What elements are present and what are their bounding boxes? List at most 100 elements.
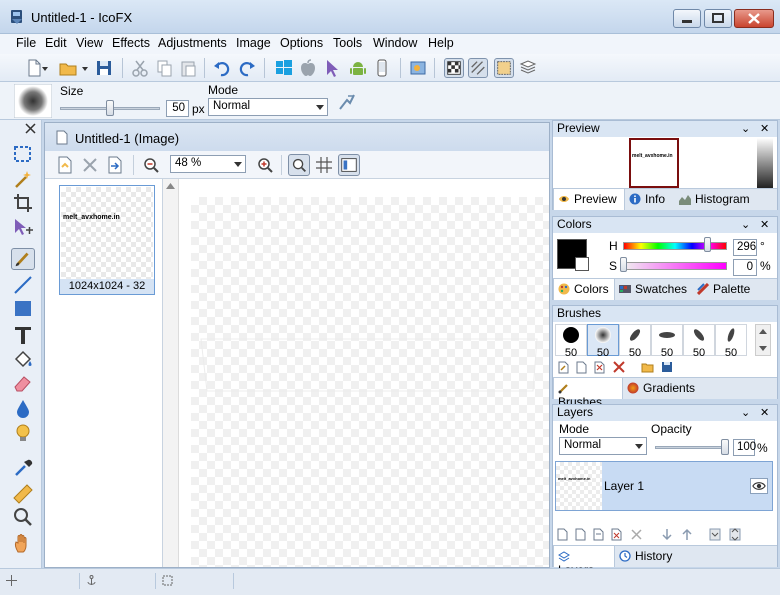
tab-gradients[interactable]: Gradients bbox=[623, 378, 699, 399]
brush-list-scrollbar[interactable] bbox=[755, 324, 771, 356]
menu-window[interactable]: Window bbox=[373, 36, 417, 50]
actual-size-icon[interactable] bbox=[288, 154, 310, 176]
tab-layers[interactable]: Layers bbox=[553, 546, 615, 577]
image-resource-icon[interactable] bbox=[408, 58, 428, 78]
menu-options[interactable]: Options bbox=[280, 36, 323, 50]
scroll-down-icon[interactable] bbox=[759, 346, 767, 351]
mode-select[interactable]: Normal bbox=[208, 98, 328, 116]
tab-info[interactable]: Info bbox=[625, 189, 669, 210]
image-canvas[interactable] bbox=[191, 197, 549, 567]
paste-icon[interactable] bbox=[178, 58, 198, 78]
close-button[interactable] bbox=[734, 9, 774, 28]
grid-icon[interactable] bbox=[315, 156, 333, 174]
image-thumbnail[interactable]: melt_avxhome.in 1024x1024 - 32 bbox=[59, 185, 155, 295]
windows-icon[interactable] bbox=[274, 58, 294, 78]
selection-grid-icon[interactable] bbox=[494, 58, 514, 78]
mobile-device-icon[interactable] bbox=[372, 58, 392, 78]
duplicate-brush-icon[interactable] bbox=[576, 361, 588, 374]
magic-wand-icon[interactable] bbox=[11, 168, 35, 190]
layer-row[interactable]: melt_avxhome.in Layer 1 bbox=[555, 461, 773, 511]
brush-preset[interactable]: 50 bbox=[715, 324, 747, 359]
new-brush-icon[interactable] bbox=[558, 361, 570, 374]
delete-image-icon[interactable] bbox=[82, 157, 98, 173]
delete-layer-icon[interactable] bbox=[631, 529, 642, 540]
saturation-slider-thumb[interactable] bbox=[620, 257, 627, 272]
brush-preset[interactable]: 50 bbox=[587, 324, 619, 359]
menu-edit[interactable]: Edit bbox=[45, 36, 67, 50]
thumbnail-panel-icon[interactable] bbox=[338, 154, 360, 176]
close-icon[interactable]: ✕ bbox=[760, 406, 769, 419]
size-input[interactable]: 50 bbox=[166, 100, 189, 117]
undo-icon[interactable] bbox=[212, 58, 232, 78]
eraser-icon[interactable] bbox=[11, 372, 35, 394]
duplicate-layer-icon[interactable] bbox=[575, 528, 587, 541]
zoom-out-icon[interactable] bbox=[143, 157, 159, 173]
menu-view[interactable]: View bbox=[76, 36, 103, 50]
brush-preset[interactable]: 50 bbox=[619, 324, 651, 359]
brush-preset[interactable]: 50 bbox=[683, 324, 715, 359]
menu-effects[interactable]: Effects bbox=[112, 36, 150, 50]
hue-input[interactable]: 296 bbox=[733, 239, 757, 256]
chevron-down-icon[interactable]: ⌄ bbox=[741, 122, 750, 135]
visibility-eye-icon[interactable] bbox=[750, 478, 768, 494]
close-icon[interactable]: ✕ bbox=[760, 122, 769, 135]
layer-mode-select[interactable]: Normal bbox=[559, 437, 647, 455]
load-brushes-icon[interactable] bbox=[641, 361, 654, 373]
tab-histogram[interactable]: Histogram bbox=[675, 189, 754, 210]
copy-icon[interactable] bbox=[154, 58, 174, 78]
redo-icon[interactable] bbox=[237, 58, 257, 78]
menu-file[interactable]: File bbox=[16, 36, 36, 50]
saturation-input[interactable]: 0 bbox=[733, 259, 757, 276]
scroll-up-icon[interactable] bbox=[166, 183, 175, 189]
marquee-select-icon[interactable] bbox=[11, 144, 35, 166]
brush-preset[interactable]: 50 bbox=[555, 324, 587, 359]
layer-top-icon[interactable] bbox=[729, 528, 741, 541]
close-icon[interactable] bbox=[25, 123, 36, 134]
move-layer-up-icon[interactable] bbox=[681, 528, 693, 541]
new-layer-icon[interactable] bbox=[557, 528, 569, 541]
tab-palette[interactable]: Palette bbox=[693, 279, 754, 300]
brush-preset[interactable]: 50 bbox=[651, 324, 683, 359]
merge-layer-icon[interactable] bbox=[593, 528, 605, 541]
zoom-in-icon[interactable] bbox=[257, 157, 273, 173]
menu-help[interactable]: Help bbox=[428, 36, 454, 50]
menu-adjustments[interactable]: Adjustments bbox=[158, 36, 227, 50]
menu-tools[interactable]: Tools bbox=[333, 36, 362, 50]
edit-brush-icon[interactable] bbox=[594, 361, 606, 374]
line-tool-icon[interactable] bbox=[11, 274, 35, 296]
save-icon[interactable] bbox=[94, 58, 114, 78]
delete-brush-icon[interactable] bbox=[613, 361, 625, 373]
tab-history[interactable]: History bbox=[615, 546, 676, 567]
dodge-bulb-icon[interactable] bbox=[11, 422, 35, 444]
apple-icon[interactable] bbox=[298, 58, 318, 78]
zoom-icon[interactable] bbox=[11, 506, 35, 528]
export-image-icon[interactable] bbox=[107, 156, 123, 174]
chevron-down-icon[interactable]: ⌄ bbox=[741, 218, 750, 231]
tab-brushes[interactable]: Brushes bbox=[553, 378, 623, 409]
open-folder-icon[interactable] bbox=[58, 58, 78, 78]
new-dropdown-icon[interactable] bbox=[40, 58, 50, 78]
size-slider-thumb[interactable] bbox=[106, 100, 114, 116]
ruler-icon[interactable] bbox=[11, 482, 35, 504]
android-icon[interactable] bbox=[348, 58, 368, 78]
document-tab[interactable]: Untitled-1 (Image) bbox=[45, 123, 549, 151]
zoom-select[interactable]: 48 % bbox=[170, 155, 246, 173]
hue-slider[interactable] bbox=[623, 242, 727, 250]
tab-swatches[interactable]: Swatches bbox=[615, 279, 691, 300]
color-picker-icon[interactable] bbox=[11, 456, 35, 478]
secondary-color-swatch[interactable] bbox=[575, 257, 589, 271]
antialias-icon[interactable] bbox=[338, 93, 356, 111]
tab-colors[interactable]: Colors bbox=[553, 279, 615, 300]
maximize-button[interactable] bbox=[704, 9, 732, 28]
cursor-icon[interactable] bbox=[322, 58, 342, 78]
checkerboard-icon[interactable] bbox=[444, 58, 464, 78]
hue-slider-thumb[interactable] bbox=[704, 237, 711, 252]
menu-image[interactable]: Image bbox=[236, 36, 271, 50]
brush-tool-icon[interactable] bbox=[11, 248, 35, 270]
thumbnail-scrollbar[interactable] bbox=[163, 179, 179, 567]
opacity-input[interactable]: 100 bbox=[733, 439, 756, 456]
crop-icon[interactable] bbox=[11, 192, 35, 214]
text-tool-icon[interactable] bbox=[11, 324, 35, 346]
minimize-button[interactable] bbox=[673, 9, 701, 28]
new-image-icon[interactable] bbox=[57, 156, 73, 174]
